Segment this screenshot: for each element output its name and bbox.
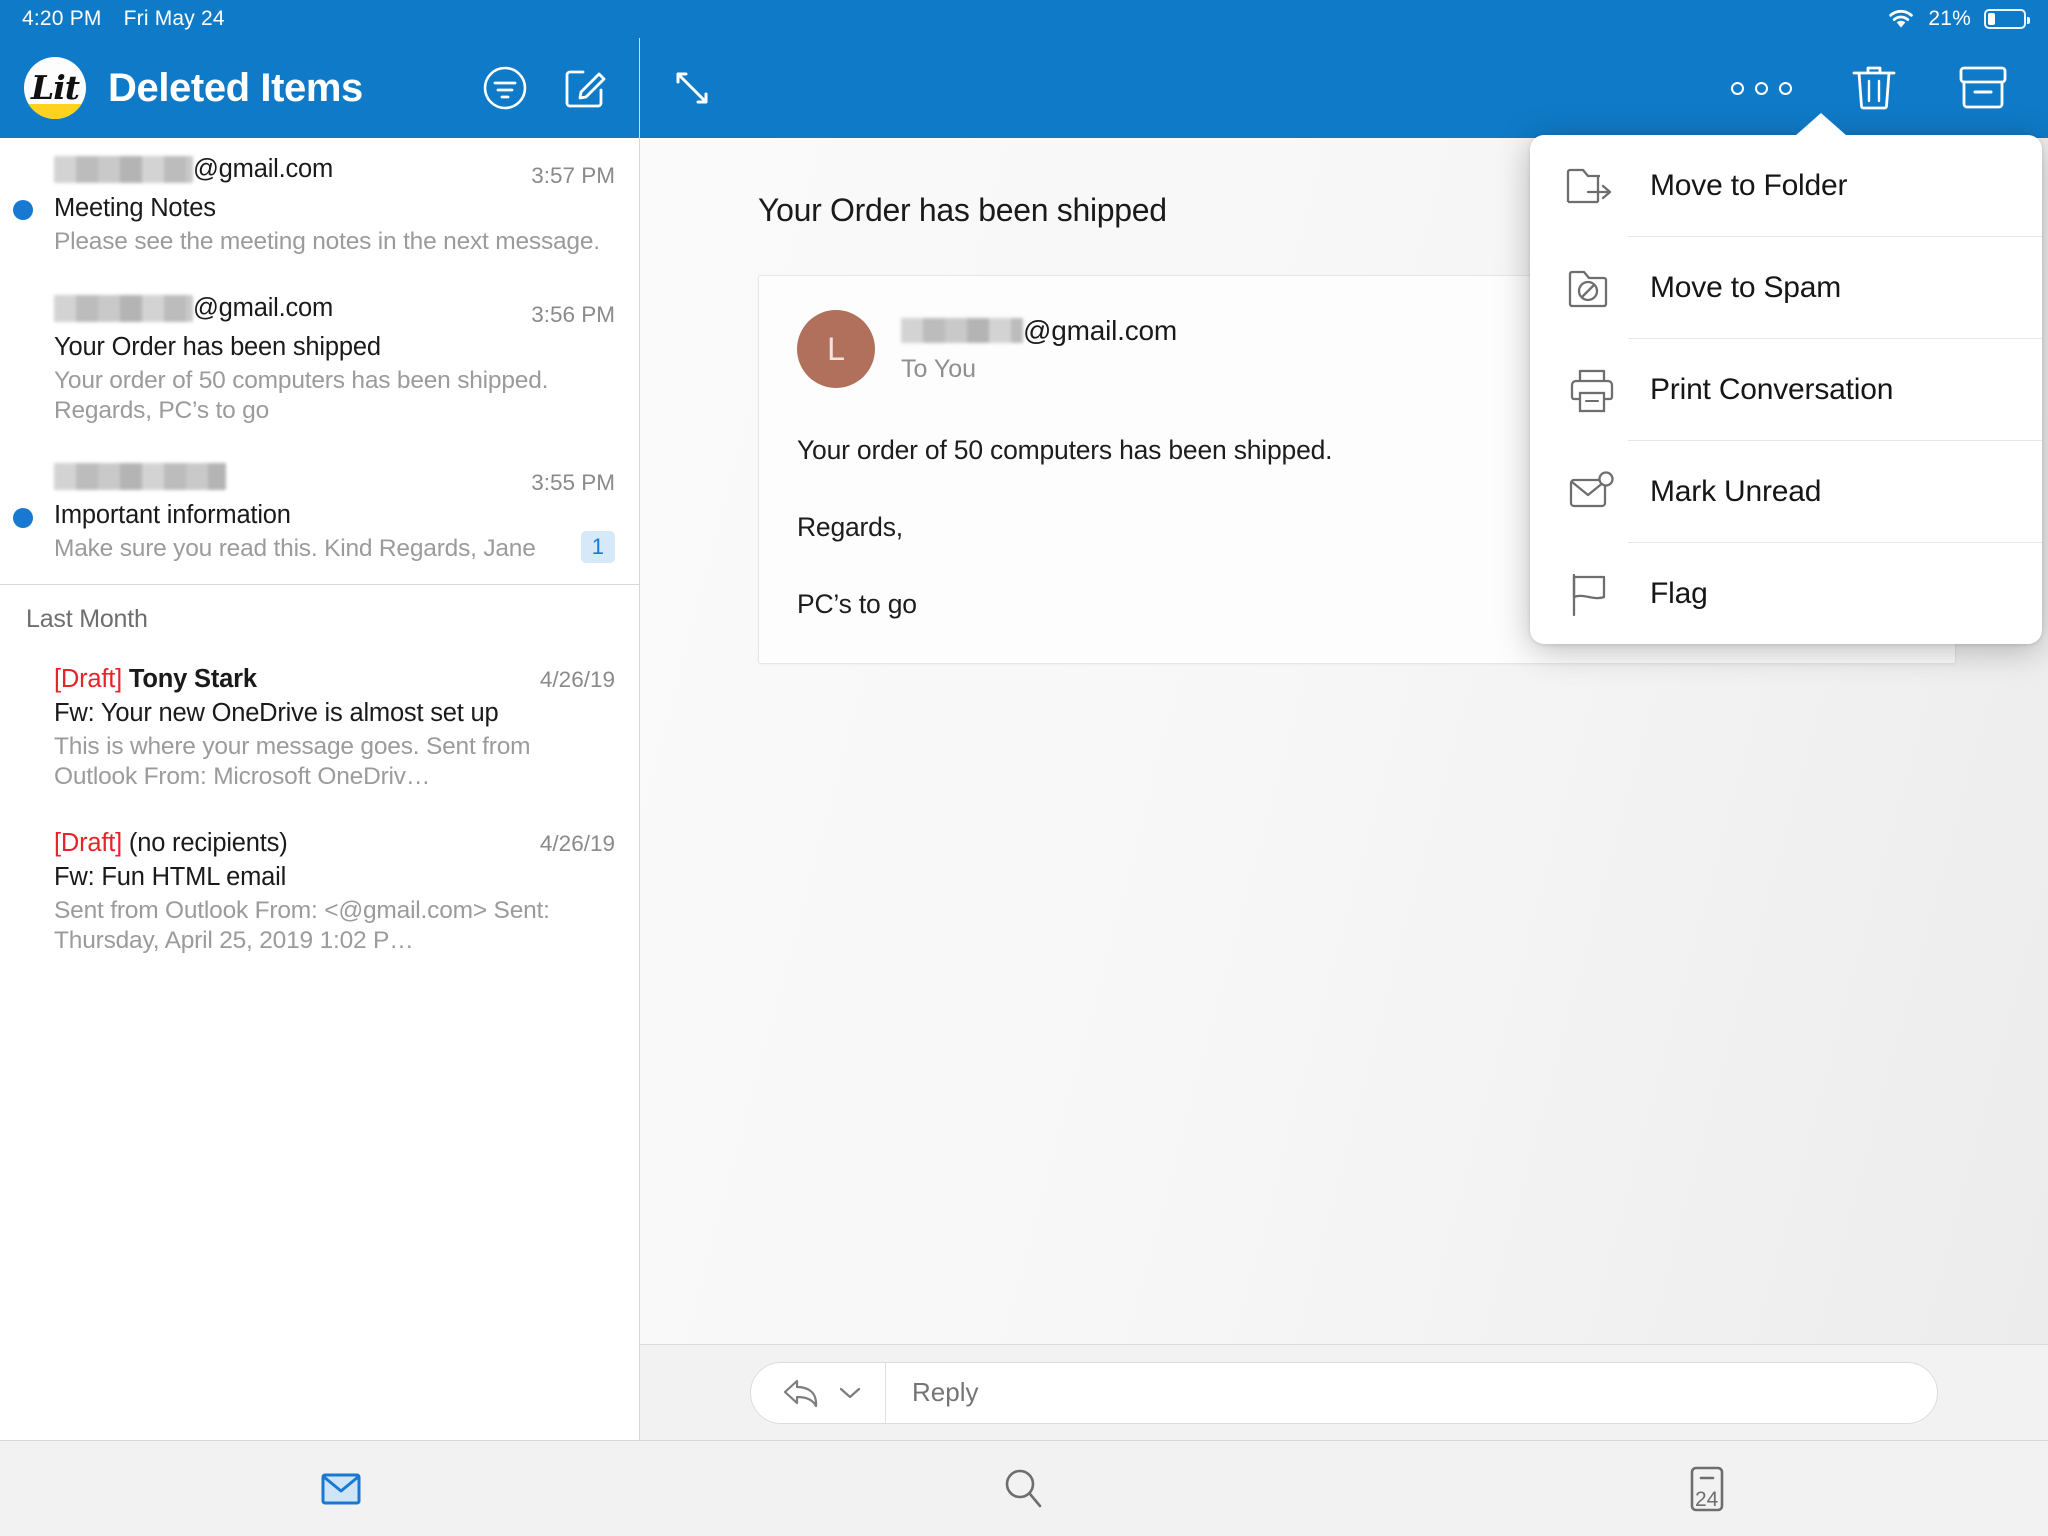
mail-list-header-actions [481,64,615,112]
list-item[interactable]: @gmail.com 3:57 PM Meeting Notes Please … [0,138,639,277]
list-item-sender: @gmail.com [54,155,333,184]
redacted-sender [54,463,226,490]
list-item-preview: Make sure you read this. Kind Regards, J… [54,534,571,565]
list-item-sender: @gmail.com [54,294,333,323]
reading-pane-actions [1731,60,2024,116]
tab-calendar[interactable]: 24 [1365,1463,2048,1515]
unread-indicator [13,200,33,220]
status-right: 21% [1887,7,2026,31]
reply-mode-button[interactable] [751,1363,885,1423]
mail-list[interactable]: @gmail.com 3:57 PM Meeting Notes Please … [0,138,639,1440]
archive-icon[interactable] [1956,62,2010,114]
list-item-subject: Important information [54,501,615,530]
list-item-sender: [Draft] (no recipients) [54,829,288,858]
menu-item-label: Mark Unread [1650,475,1821,509]
message-sender: @gmail.com [901,315,1177,347]
mail-list-header: Lit Deleted Items [0,38,639,138]
menu-item-label: Move to Spam [1650,271,1841,305]
list-item-subject: Fw: Your new OneDrive is almost set up [54,699,615,728]
reply-bar [640,1344,2048,1440]
list-item-sender [54,463,226,490]
message-recipients: To You [901,355,1177,384]
app-logo: Lit [24,57,86,119]
filter-icon[interactable] [481,64,529,112]
expand-icon[interactable] [664,60,720,116]
logo-text: Lit [31,71,79,104]
status-date: Fri May 24 [124,7,225,31]
draft-tag: [Draft] [54,829,122,858]
page-title: Deleted Items [108,66,363,111]
status-bar: 4:20 PM Fri May 24 21% [0,0,2048,38]
reply-input[interactable] [886,1377,1937,1408]
draft-tag: [Draft] [54,665,122,694]
more-options-menu: Move to Folder Move to Spam [1530,135,2042,644]
avatar: L [797,310,875,388]
outlook-app: 4:20 PM Fri May 24 21% Lit [0,0,2048,1536]
list-item-subject: Meeting Notes [54,194,615,223]
menu-item-print-conversation[interactable]: Print Conversation [1530,339,2042,440]
list-item-preview: Sent from Outlook From: <@gmail.com> Sen… [54,896,615,957]
reply-arrow-icon [781,1375,825,1411]
attachment-count-badge: 1 [581,531,615,563]
compose-icon[interactable] [561,64,609,112]
battery-percent: 21% [1928,7,1971,31]
menu-item-mark-unread[interactable]: Mark Unread [1530,441,2042,542]
list-item[interactable]: @gmail.com 3:56 PM Your Order has been s… [0,277,639,446]
menu-item-label: Move to Folder [1650,169,1847,203]
flag-icon [1564,569,1620,619]
tab-mail[interactable] [0,1465,683,1513]
list-item[interactable]: [Draft] (no recipients) 4/26/19 Fw: Fun … [0,812,639,976]
list-item-sender: [Draft] Tony Stark [54,665,257,694]
list-item-preview: Please see the meeting notes in the next… [54,227,615,258]
battery-icon [1984,9,2026,29]
menu-item-move-to-spam[interactable]: Move to Spam [1530,237,2042,338]
chevron-down-icon [839,1386,861,1400]
menu-item-label: Print Conversation [1650,373,1893,407]
folder-block-icon [1564,264,1620,312]
popover-arrow [1795,113,1847,136]
trash-icon[interactable] [1848,60,1900,116]
list-section-header: Last Month [0,585,639,648]
redacted-sender [54,156,193,183]
more-options-icon[interactable] [1731,82,1792,95]
list-item-subject: Fw: Fun HTML email [54,863,615,892]
list-item-time: 3:57 PM [517,163,615,189]
list-item-subject: Your Order has been shipped [54,333,615,362]
reply-box[interactable] [750,1362,1938,1424]
list-item[interactable]: 3:55 PM Important information Make sure … [0,446,639,584]
calendar-day-number: 24 [1685,1488,1729,1512]
calendar-icon: 24 [1685,1463,1729,1515]
search-icon [999,1464,1049,1514]
status-time: 4:20 PM [22,7,102,31]
envelope-dot-icon [1564,468,1620,516]
list-item-time: 3:56 PM [517,302,615,328]
menu-item-move-to-folder[interactable]: Move to Folder [1530,135,2042,236]
tab-search[interactable] [683,1464,1366,1514]
redacted-sender [901,318,1023,343]
list-item-time: 3:55 PM [517,470,615,496]
redacted-sender [54,295,193,322]
list-item[interactable]: [Draft] Tony Stark 4/26/19 Fw: Your new … [0,648,639,812]
unread-indicator [13,508,33,528]
mail-list-pane: Lit Deleted Items [0,38,640,1440]
list-item-date: 4/26/19 [526,831,615,857]
mail-icon [317,1465,365,1513]
tab-bar: 24 [0,1440,2048,1536]
list-item-date: 4/26/19 [526,667,615,693]
list-item-preview: This is where your message goes. Sent fr… [54,732,615,793]
wifi-icon [1887,9,1915,30]
menu-item-flag[interactable]: Flag [1530,543,2042,644]
printer-icon [1564,365,1620,415]
folder-arrow-icon [1564,162,1620,210]
menu-item-label: Flag [1650,577,1708,611]
list-item-preview: Your order of 50 computers has been ship… [54,366,615,427]
